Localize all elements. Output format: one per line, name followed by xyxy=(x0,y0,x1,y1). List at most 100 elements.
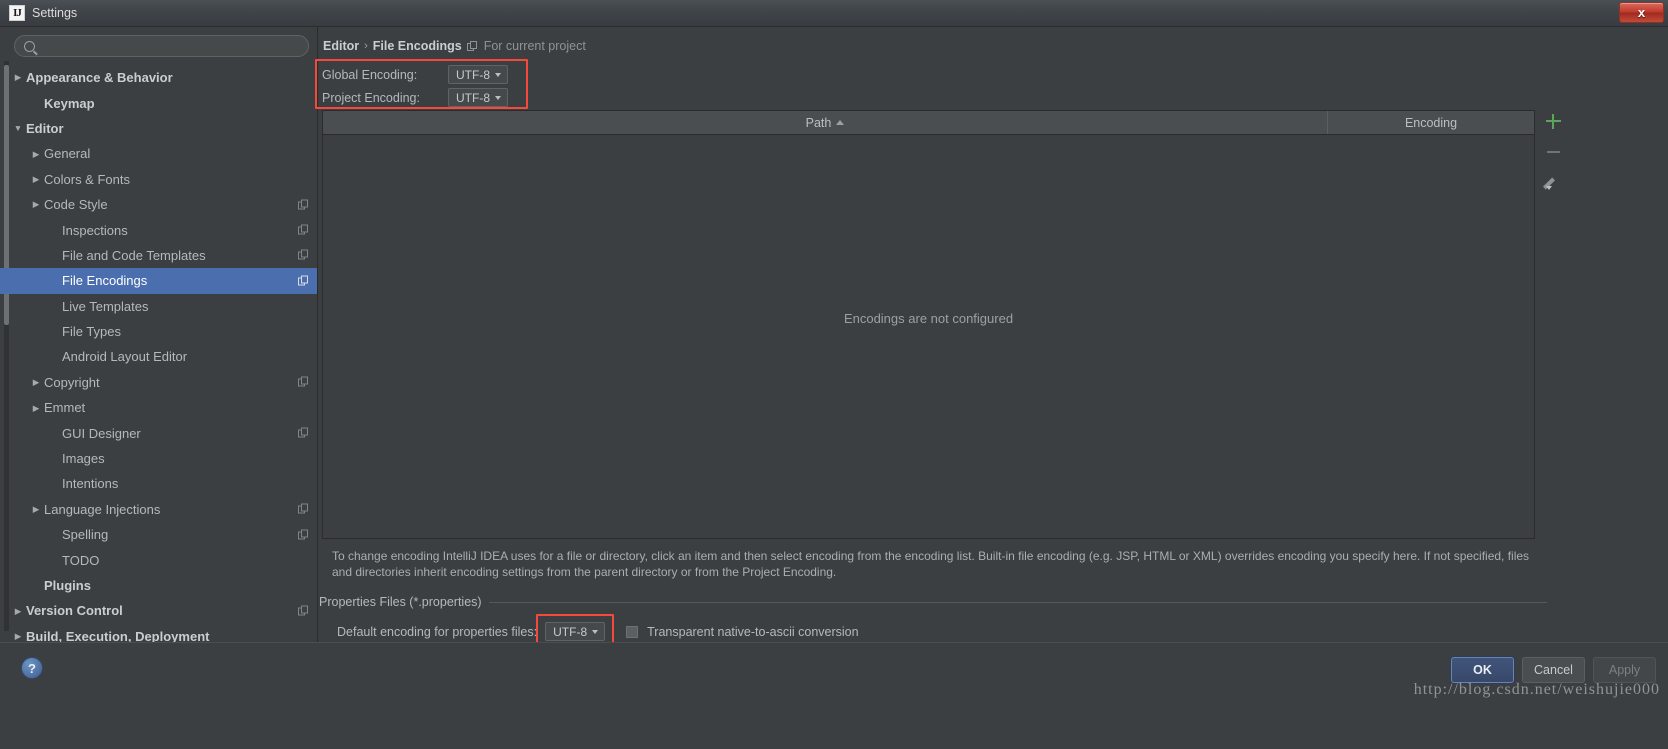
sidebar-item-version-control[interactable]: ▶ Version Control xyxy=(0,598,317,623)
sidebar-item-label: TODO xyxy=(62,552,100,568)
project-scope-icon xyxy=(298,224,309,236)
sidebar-item-file-encodings[interactable]: File Encodings xyxy=(0,268,317,294)
sidebar-item-label: File Types xyxy=(62,324,122,340)
sidebar-item-label: File and Code Templates xyxy=(62,247,206,263)
project-scope-icon xyxy=(298,376,309,388)
chevron-down-icon xyxy=(592,629,599,634)
sidebar-item-general[interactable]: ▶ General xyxy=(0,141,317,166)
default-encoding-select[interactable]: UTF-8 xyxy=(545,622,606,641)
sidebar-item-code-style[interactable]: ▶ Code Style xyxy=(0,192,317,217)
sidebar-item-todo[interactable]: TODO xyxy=(0,547,317,572)
encodings-description: To change encoding IntelliJ IDEA uses fo… xyxy=(332,549,1530,579)
dialog-content: ▶ Appearance & Behavior Keymap ▼ Editor ▶ Gene… xyxy=(0,27,1668,650)
sidebar-item-label: Images xyxy=(62,451,105,467)
sidebar-item-appearance-behavior[interactable]: ▶ Appearance & Behavior xyxy=(0,65,317,90)
chevron-right-icon[interactable]: ▶ xyxy=(10,607,26,616)
sidebar-item-keymap[interactable]: Keymap xyxy=(0,90,317,115)
default-encoding-value: UTF-8 xyxy=(553,624,588,639)
chevron-right-icon[interactable]: ▶ xyxy=(28,378,44,387)
sidebar-item-live-templates[interactable]: Live Templates xyxy=(0,294,317,319)
search-container xyxy=(0,27,317,63)
project-scope-icon xyxy=(298,503,309,515)
settings-tree: ▶ Appearance & Behavior Keymap ▼ Editor ▶ Gene… xyxy=(0,65,317,649)
sidebar-item-label: Appearance & Behavior xyxy=(26,70,173,86)
cancel-button[interactable]: Cancel xyxy=(1522,657,1585,683)
project-scope-icon xyxy=(298,199,309,210)
search-icon xyxy=(24,40,35,52)
ok-button[interactable]: OK xyxy=(1451,657,1514,683)
transparent-conversion-label: Transparent native-to-ascii conversion xyxy=(647,624,859,639)
dialog-buttons: OK Cancel Apply xyxy=(1451,657,1656,683)
search-box[interactable] xyxy=(14,35,309,57)
edit-button[interactable] xyxy=(1542,172,1564,194)
add-icon xyxy=(1545,113,1561,129)
sidebar-item-label: Android Layout Editor xyxy=(62,349,188,365)
intellij-logo-icon: IJ xyxy=(9,5,25,21)
transparent-conversion-row[interactable]: Transparent native-to-ascii conversion xyxy=(626,624,859,639)
search-input[interactable] xyxy=(41,39,299,53)
sidebar-item-colors-fonts[interactable]: ▶ Colors & Fonts xyxy=(0,167,317,192)
settings-window: IJ Settings x ▶ Appearance & Behavior Keym… xyxy=(0,0,1668,749)
add-button[interactable] xyxy=(1542,110,1564,132)
table-toolbar xyxy=(1540,110,1566,194)
chevron-right-icon[interactable]: ▶ xyxy=(10,73,26,82)
project-encoding-select[interactable]: UTF-8 xyxy=(448,88,508,107)
chevron-right-icon[interactable]: ▶ xyxy=(28,200,44,209)
sidebar-item-intentions[interactable]: Intentions xyxy=(0,471,317,496)
encodings-table: Path Encoding Encodings are not configur… xyxy=(322,110,1535,539)
sidebar-item-emmet[interactable]: ▶ Emmet xyxy=(0,395,317,420)
global-encoding-label: Global Encoding: xyxy=(322,67,418,82)
column-header-encoding[interactable]: Encoding xyxy=(1328,111,1534,134)
breadcrumb-parent[interactable]: Editor xyxy=(323,39,359,53)
project-scope-icon xyxy=(298,605,309,616)
project-scope-icon xyxy=(298,427,309,439)
sidebar-item-plugins[interactable]: Plugins xyxy=(0,573,317,598)
table-empty-state: Encodings are not configured xyxy=(323,135,1534,538)
sidebar-item-file-types[interactable]: File Types xyxy=(0,319,317,344)
properties-default-encoding-row: Default encoding for properties files: U… xyxy=(319,614,1547,650)
sidebar-item-label: Colors & Fonts xyxy=(44,171,130,187)
project-scope-icon xyxy=(298,275,309,286)
close-icon[interactable]: x xyxy=(1619,2,1664,23)
chevron-right-icon[interactable]: ▶ xyxy=(28,175,44,184)
sidebar-item-language-injections[interactable]: ▶ Language Injections xyxy=(0,497,317,522)
column-header-encoding-label: Encoding xyxy=(1404,115,1458,130)
project-scope-icon xyxy=(466,40,478,52)
sidebar-item-label: Spelling xyxy=(62,527,109,543)
sidebar-item-images[interactable]: Images xyxy=(0,446,317,471)
project-encoding-row: Project Encoding: UTF-8 xyxy=(322,88,508,107)
sidebar-item-android-layout-editor[interactable]: Android Layout Editor xyxy=(0,344,317,369)
sidebar-item-editor[interactable]: ▼ Editor xyxy=(0,116,317,141)
sidebar-item-gui-designer[interactable]: GUI Designer xyxy=(0,420,317,445)
sidebar-item-inspections[interactable]: Inspections xyxy=(0,217,317,242)
settings-sidebar: ▶ Appearance & Behavior Keymap ▼ Editor ▶ Gene… xyxy=(0,27,318,644)
sidebar-item-label: Intentions xyxy=(62,476,119,492)
project-encoding-label: Project Encoding: xyxy=(322,90,420,105)
chevron-right-icon[interactable]: ▶ xyxy=(10,632,26,641)
remove-button[interactable] xyxy=(1542,141,1564,163)
sidebar-item-label: GUI Designer xyxy=(62,425,141,441)
edit-pencil-icon xyxy=(1542,176,1560,190)
title-bar: IJ Settings x xyxy=(0,0,1668,27)
global-encoding-select[interactable]: UTF-8 xyxy=(448,65,508,84)
apply-button[interactable]: Apply xyxy=(1593,657,1656,683)
chevron-right-icon[interactable]: ▶ xyxy=(28,404,44,413)
chevron-right-icon[interactable]: ▶ xyxy=(28,150,44,159)
breadcrumb: Editor › File Encodings For current proj… xyxy=(323,39,586,53)
chevron-down-icon[interactable]: ▼ xyxy=(10,124,26,133)
sidebar-item-copyright[interactable]: ▶ Copyright xyxy=(0,370,317,395)
sidebar-item-label: Inspections xyxy=(62,222,128,238)
sort-ascending-icon xyxy=(836,120,845,125)
help-button[interactable]: ? xyxy=(21,657,43,679)
main-pane: Editor › File Encodings For current proj… xyxy=(315,27,1668,650)
global-encoding-value: UTF-8 xyxy=(456,67,490,82)
chevron-right-icon[interactable]: ▶ xyxy=(28,505,44,514)
sidebar-item-file-and-code-templates[interactable]: File and Code Templates xyxy=(0,243,317,268)
sidebar-item-label: Keymap xyxy=(44,95,95,111)
transparent-conversion-checkbox[interactable] xyxy=(626,625,639,638)
sidebar-item-label: Copyright xyxy=(44,374,100,390)
project-scope-icon xyxy=(298,529,309,540)
column-header-path[interactable]: Path xyxy=(323,111,1328,134)
sidebar-item-spelling[interactable]: Spelling xyxy=(0,522,317,547)
default-encoding-select-wrap: UTF-8 xyxy=(536,614,615,650)
